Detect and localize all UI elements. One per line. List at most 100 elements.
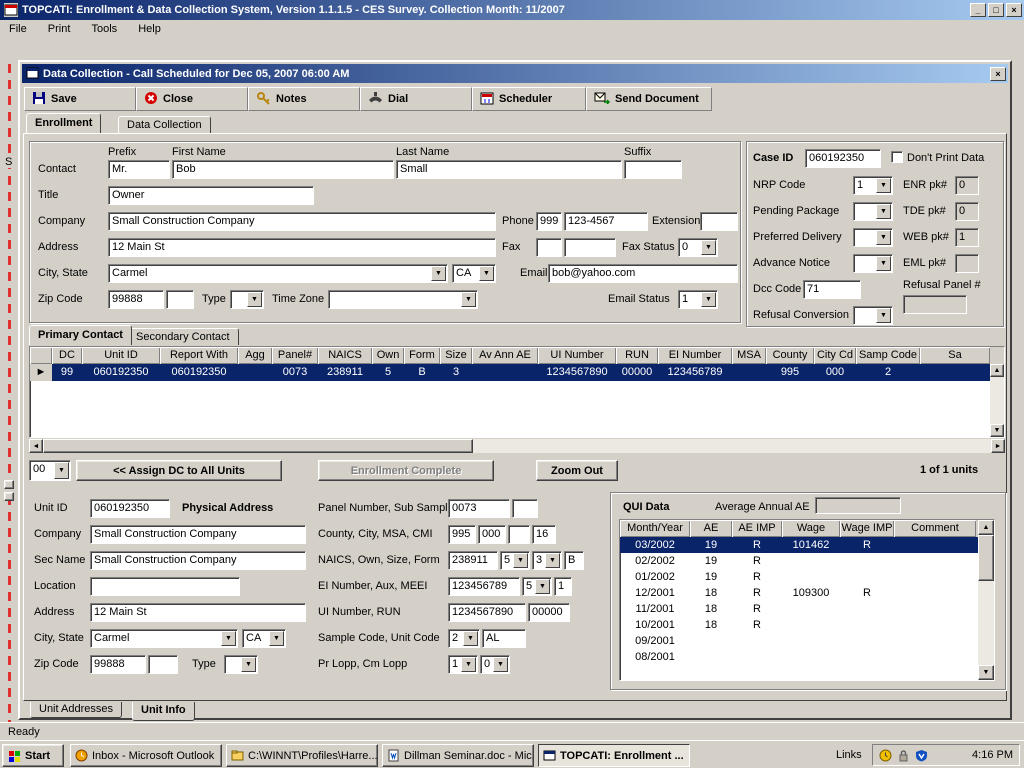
state-select[interactable]: CA ▼ (452, 264, 496, 283)
chevron-down-icon[interactable]: ▼ (54, 462, 69, 479)
pr-lopp-select[interactable]: 1 ▼ (448, 655, 478, 674)
dialog-close-button[interactable]: × (990, 67, 1006, 81)
tray-shield-icon[interactable] (915, 749, 928, 762)
unit-type-select[interactable]: ▼ (224, 655, 258, 674)
unit-zip-input[interactable]: 99888 (90, 655, 146, 674)
chevron-down-icon[interactable]: ▼ (461, 292, 476, 307)
qui-vscrollbar[interactable]: ▲ ▼ (978, 520, 994, 680)
taskbar-task-word-doc[interactable]: Dillman Seminar.doc - Mic... (382, 744, 534, 767)
meei-input[interactable]: 1 (554, 577, 572, 596)
qui-row[interactable]: 01/200219R (620, 569, 978, 585)
assign-dc-button[interactable]: << Assign DC to All Units (76, 460, 282, 481)
address-input[interactable]: 12 Main St (108, 238, 496, 257)
suffix-input[interactable] (624, 160, 682, 179)
fax-input[interactable] (564, 238, 616, 257)
phone-input[interactable]: 123-4567 (564, 212, 648, 231)
size-select[interactable]: 3 ▼ (532, 551, 562, 570)
company-input[interactable]: Small Construction Company (108, 212, 496, 231)
qui-row[interactable]: 03/200219R101462R (620, 537, 978, 553)
chevron-down-icon[interactable]: ▼ (463, 631, 478, 646)
chevron-down-icon[interactable]: ▼ (221, 631, 236, 646)
tab-unit-addresses[interactable]: Unit Addresses (30, 702, 122, 718)
qui-row[interactable]: 02/200219R (620, 553, 978, 569)
scroll-up-icon[interactable]: ▲ (990, 364, 1004, 377)
panel-number-input[interactable]: 0073 (448, 499, 510, 518)
extension-input[interactable] (700, 212, 738, 231)
title-input[interactable]: Owner (108, 186, 314, 205)
close-button[interactable]: × (1006, 3, 1022, 17)
cmi-input[interactable]: 16 (532, 525, 556, 544)
chevron-down-icon[interactable]: ▼ (493, 657, 508, 672)
preferred-delivery-select[interactable]: ▼ (853, 228, 893, 247)
tab-unit-info[interactable]: Unit Info (132, 702, 195, 721)
unit-city-select[interactable]: Carmel ▼ (90, 629, 238, 648)
chevron-down-icon[interactable]: ▼ (535, 579, 550, 594)
vscroll-thumb[interactable] (978, 535, 994, 581)
close-dialog-toolbar-button[interactable]: Close (136, 87, 248, 111)
tray-reminder-icon[interactable] (879, 749, 892, 762)
zip-input[interactable]: 99888 (108, 290, 164, 309)
email-status-select[interactable]: 1 ▼ (678, 290, 718, 309)
enrollment-complete-button[interactable]: Enrollment Complete (318, 460, 494, 481)
advance-notice-select[interactable]: ▼ (853, 254, 893, 273)
qui-row[interactable]: 10/200118R (620, 617, 978, 633)
hscroll-thumb[interactable] (43, 439, 473, 453)
own-select[interactable]: 5 ▼ (500, 551, 530, 570)
menu-help[interactable]: Help (129, 20, 170, 38)
menu-tools[interactable]: Tools (82, 20, 126, 38)
chevron-down-icon[interactable]: ▼ (241, 657, 256, 672)
fax-area-input[interactable] (536, 238, 562, 257)
run-input[interactable]: 00000 (528, 603, 570, 622)
aux-select[interactable]: 5 ▼ (522, 577, 552, 596)
fax-status-select[interactable]: 0 ▼ (678, 238, 718, 257)
first-name-input[interactable]: Bob (172, 160, 394, 179)
sub-sample-input[interactable] (512, 499, 538, 518)
qui-row[interactable]: 12/200118R109300R (620, 585, 978, 601)
taskbar-task-folder[interactable]: C:\WINNT\Profiles\Harre... (226, 744, 378, 767)
chevron-down-icon[interactable]: ▼ (247, 292, 262, 307)
chevron-down-icon[interactable]: ▼ (876, 230, 891, 245)
pending-package-select[interactable]: ▼ (853, 202, 893, 221)
chevron-down-icon[interactable]: ▼ (431, 266, 446, 281)
chevron-down-icon[interactable]: ▼ (701, 240, 716, 255)
city-select[interactable]: Carmel ▼ (108, 264, 448, 283)
ei-number-input[interactable]: 123456789 (448, 577, 520, 596)
scroll-down-icon[interactable]: ▼ (990, 424, 1004, 437)
dont-print-checkbox[interactable] (891, 151, 903, 163)
qui-row[interactable]: 08/2001 (620, 649, 978, 665)
send-document-button[interactable]: Send Document (586, 87, 712, 111)
menu-print[interactable]: Print (39, 20, 80, 38)
city-code-input[interactable]: 000 (478, 525, 506, 544)
scheduler-button[interactable]: Scheduler (472, 87, 586, 111)
tab-data-collection[interactable]: Data Collection (118, 116, 211, 133)
unit-address-input[interactable]: 12 Main St (90, 603, 306, 622)
unit-company-input[interactable]: Small Construction Company (90, 525, 306, 544)
dc-code-select[interactable]: 00 ▼ (29, 460, 71, 481)
cm-lopp-select[interactable]: 0 ▼ (480, 655, 510, 674)
minimize-button[interactable]: _ (970, 3, 986, 17)
scroll-left-icon[interactable]: ◄ (29, 439, 43, 453)
notes-button[interactable]: Notes (248, 87, 360, 111)
taskbar-task-topcati[interactable]: TOPCATI: Enrollment ... (538, 744, 690, 767)
time-zone-select[interactable]: ▼ (328, 290, 478, 309)
scroll-down-icon[interactable]: ▼ (978, 665, 994, 680)
unit-zip-ext-input[interactable] (148, 655, 178, 674)
tab-enrollment[interactable]: Enrollment (26, 113, 101, 133)
maximize-button[interactable]: □ (988, 3, 1004, 17)
chevron-down-icon[interactable]: ▼ (461, 657, 476, 672)
location-input[interactable] (90, 577, 240, 596)
refusal-conversion-select[interactable]: ▼ (853, 306, 893, 325)
dial-button[interactable]: Dial (360, 87, 472, 111)
last-name-input[interactable]: Small (396, 160, 622, 179)
sec-name-input[interactable]: Small Construction Company (90, 551, 306, 570)
chevron-down-icon[interactable]: ▼ (876, 178, 891, 193)
menu-file[interactable]: File (0, 20, 36, 38)
units-grid-row[interactable]: ► 99 060192350 060192350 0073 238911 5 B… (30, 364, 990, 381)
county-input[interactable]: 995 (448, 525, 476, 544)
chevron-down-icon[interactable]: ▼ (876, 308, 891, 323)
chevron-down-icon[interactable]: ▼ (269, 631, 284, 646)
unit-code-input[interactable]: AL (482, 629, 526, 648)
prefix-input[interactable]: Mr. (108, 160, 170, 179)
save-button[interactable]: Save (24, 87, 136, 111)
chevron-down-icon[interactable]: ▼ (479, 266, 494, 281)
